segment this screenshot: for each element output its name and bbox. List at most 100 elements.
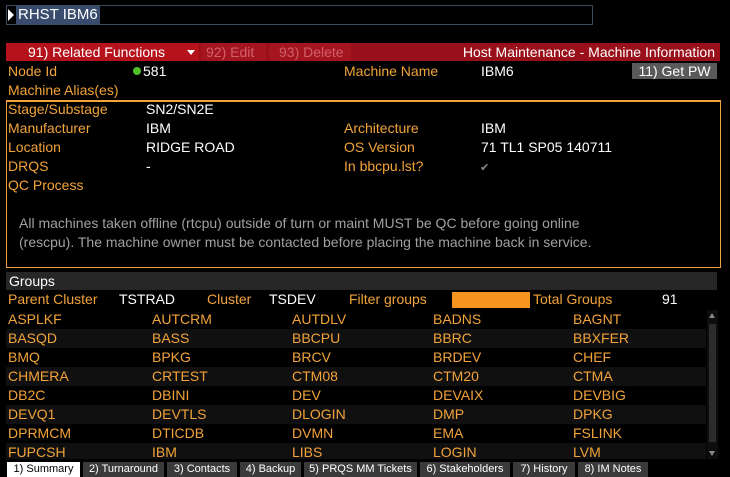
parent-cluster-value: TSTRAD xyxy=(119,291,175,307)
group-cell[interactable]: FUPCSH xyxy=(8,443,66,459)
stage-value: SN2/SN2E xyxy=(146,101,214,117)
group-cell[interactable]: DTICDB xyxy=(152,424,204,443)
qc-note-line-1: All machines taken offline (rtcpu) outsi… xyxy=(19,215,580,231)
scroll-up-icon[interactable] xyxy=(709,313,715,318)
group-cell[interactable]: BASQD xyxy=(8,329,57,348)
group-cell[interactable]: CTM08 xyxy=(292,367,338,386)
group-cell[interactable]: AUTDLV xyxy=(292,310,346,329)
drqs-value: - xyxy=(146,158,151,174)
manufacturer-label: Manufacturer xyxy=(8,120,91,136)
get-pw-button[interactable]: 11) Get PW xyxy=(632,63,717,79)
table-row: DB2C DBINI DEV DEVAIX DEVBIG xyxy=(6,386,706,405)
group-cell[interactable]: DBINI xyxy=(152,386,189,405)
tab-summary[interactable]: 1) Summary xyxy=(7,462,80,477)
chevron-down-icon xyxy=(187,50,195,55)
node-id-value: 581 xyxy=(133,62,166,81)
total-groups-label: Total Groups xyxy=(533,291,613,307)
qc-process-label: QC Process xyxy=(8,177,84,193)
command-text[interactable]: RHST IBM6 xyxy=(16,6,100,24)
location-label: Location xyxy=(8,139,61,155)
group-cell[interactable]: BRDEV xyxy=(433,348,481,367)
group-cell[interactable]: CHEF xyxy=(573,348,611,367)
stage-label: Stage/Substage xyxy=(8,101,108,117)
architecture-label: Architecture xyxy=(344,120,419,136)
group-cell[interactable]: DEVBIG xyxy=(573,386,626,405)
machine-alias-label: Machine Alias(es) xyxy=(8,82,119,98)
tab-im-notes[interactable]: 8) IM Notes xyxy=(578,462,648,477)
group-cell[interactable]: DEVAIX xyxy=(433,386,483,405)
edit-button[interactable]: 92) Edit xyxy=(201,43,266,61)
tab-backup[interactable]: 4) Backup xyxy=(240,462,301,477)
group-cell[interactable]: BMQ xyxy=(8,348,40,367)
group-cell[interactable]: FSLINK xyxy=(573,424,622,443)
group-cell[interactable]: BBRC xyxy=(433,329,472,348)
scroll-thumb[interactable] xyxy=(709,324,716,442)
os-version-label: OS Version xyxy=(344,139,415,155)
cluster-value: TSDEV xyxy=(269,291,316,307)
table-row: BMQ BPKG BRCV BRDEV CHEF xyxy=(6,348,706,367)
total-groups-value: 91 xyxy=(662,291,678,307)
table-row: CHMERA CRTEST CTM08 CTM20 CTMA xyxy=(6,367,706,386)
group-cell[interactable]: DPRMCM xyxy=(8,424,71,443)
group-cell[interactable]: DEV xyxy=(292,386,321,405)
manufacturer-value: IBM xyxy=(146,120,171,136)
node-id-label: Node Id xyxy=(8,63,58,79)
group-cell[interactable]: DLOGIN xyxy=(292,405,346,424)
group-cell[interactable]: CTM20 xyxy=(433,367,479,386)
tab-stakeholders[interactable]: 6) Stakeholders xyxy=(420,462,510,477)
prompt-caret-icon xyxy=(8,9,14,21)
groups-header-label: Groups xyxy=(9,273,55,289)
tab-turnaround[interactable]: 2) Turnaround xyxy=(83,462,164,477)
group-cell[interactable]: ASPLKF xyxy=(8,310,62,329)
groups-section-header: Groups xyxy=(6,272,717,290)
tab-prqs-mm-tickets[interactable]: 5) PRQS MM Tickets xyxy=(304,462,417,477)
parent-cluster-label: Parent Cluster xyxy=(8,291,98,307)
group-cell[interactable]: BRCV xyxy=(292,348,331,367)
group-cell[interactable]: BAGNT xyxy=(573,310,621,329)
group-cell[interactable]: CHMERA xyxy=(8,367,69,386)
group-cell[interactable]: DPKG xyxy=(573,405,613,424)
command-line[interactable]: RHST IBM6 xyxy=(6,5,593,25)
group-cell[interactable]: DMP xyxy=(433,405,464,424)
drqs-label: DRQS xyxy=(8,158,49,174)
group-cell[interactable]: DB2C xyxy=(8,386,45,405)
table-row: DPRMCM DTICDB DVMN EMA FSLINK xyxy=(6,424,706,443)
filter-groups-input[interactable] xyxy=(452,292,530,308)
qc-note: All machines taken offline (rtcpu) outsi… xyxy=(19,214,709,252)
filter-groups-label: Filter groups xyxy=(349,291,427,307)
bbcpu-checkbox[interactable]: ✔ xyxy=(480,161,489,174)
group-cell[interactable]: DEVQ1 xyxy=(8,405,55,424)
group-cell[interactable]: IBM xyxy=(152,443,177,459)
group-cell[interactable]: BASS xyxy=(152,329,189,348)
group-cell[interactable]: DEVTLS xyxy=(152,405,206,424)
os-version-value: 71 TL1 SP05 140711 xyxy=(481,139,613,155)
group-cell[interactable]: BADNS xyxy=(433,310,481,329)
group-cell[interactable]: BBCPU xyxy=(292,329,340,348)
tab-history[interactable]: 7) History xyxy=(513,462,575,477)
function-toolbar: 91) Related Functions 92) Edit 93) Delet… xyxy=(6,43,720,61)
group-cell[interactable]: CRTEST xyxy=(152,367,208,386)
machine-name-label: Machine Name xyxy=(344,63,439,79)
tab-contacts[interactable]: 3) Contacts xyxy=(167,462,237,477)
group-cell[interactable]: BPKG xyxy=(152,348,191,367)
group-cell[interactable]: LOGIN xyxy=(433,443,477,459)
group-cell[interactable]: LVM xyxy=(573,443,601,459)
group-cell[interactable]: DVMN xyxy=(292,424,333,443)
tab-bar: 1) Summary 2) Turnaround 3) Contacts 4) … xyxy=(0,460,730,477)
delete-button[interactable]: 93) Delete xyxy=(269,43,351,61)
groups-scrollbar[interactable] xyxy=(707,310,718,459)
table-row: ASPLKF AUTCRM AUTDLV BADNS BAGNT xyxy=(6,310,706,329)
group-cell[interactable]: BBXFER xyxy=(573,329,629,348)
group-cell[interactable]: CTMA xyxy=(573,367,613,386)
related-functions-button[interactable]: 91) Related Functions xyxy=(6,43,199,61)
related-functions-label: 91) Related Functions xyxy=(28,44,165,60)
scroll-down-icon[interactable] xyxy=(709,451,715,456)
architecture-value: IBM xyxy=(481,120,506,136)
bbcpu-label: In bbcpu.lst? xyxy=(344,158,424,174)
status-dot-icon xyxy=(133,67,141,75)
group-cell[interactable]: LIBS xyxy=(292,443,322,459)
cluster-label: Cluster xyxy=(207,291,252,307)
page-title: Host Maintenance - Machine Information xyxy=(462,44,715,60)
group-cell[interactable]: EMA xyxy=(433,424,463,443)
group-cell[interactable]: AUTCRM xyxy=(152,310,212,329)
